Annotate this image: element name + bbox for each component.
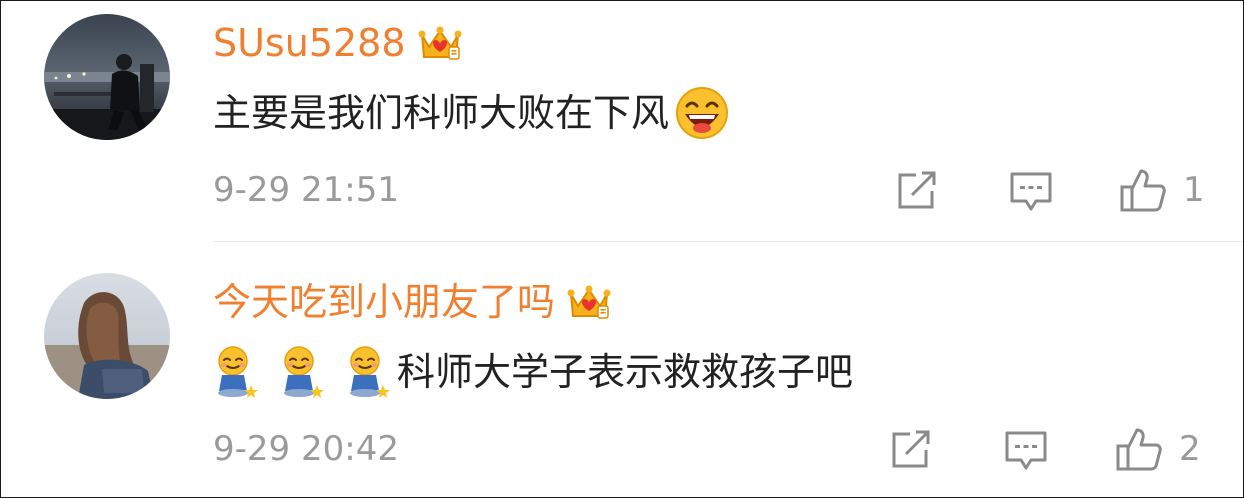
comment-item: SUsu5288 主要是我们科师大败在下风 9-29 21:51 1 <box>1 1 1243 241</box>
timestamp: 9-29 20:42 <box>213 429 399 469</box>
username[interactable]: SUsu5288 <box>213 23 462 63</box>
avatar[interactable] <box>44 273 170 399</box>
sitting-smile-emoji-icon <box>350 346 390 398</box>
share-button[interactable] <box>890 430 932 470</box>
comment-text: 科师大学子表示救救孩子吧 <box>213 345 853 399</box>
timestamp: 9-29 21:51 <box>213 170 399 210</box>
comment-list: SUsu5288 主要是我们科师大败在下风 9-29 21:51 1 今天吃到小… <box>0 0 1244 498</box>
reply-button[interactable] <box>1004 430 1048 472</box>
share-icon <box>892 430 930 468</box>
thumbs-up-icon <box>1116 428 1162 471</box>
like-count: 2 <box>1179 429 1201 469</box>
like-count: 1 <box>1183 170 1205 210</box>
username-text: SUsu5288 <box>213 21 406 65</box>
reply-button[interactable] <box>1009 171 1053 213</box>
comment-text-body: 科师大学子表示救救孩子吧 <box>397 350 854 394</box>
crown-badge-icon <box>418 26 462 60</box>
laughing-emoji-icon <box>676 87 729 139</box>
username-text: 今天吃到小朋友了吗 <box>213 280 556 324</box>
avatar-image <box>44 14 170 140</box>
like-button[interactable]: 1 <box>1119 167 1205 213</box>
avatar-image <box>44 273 170 399</box>
comment-text-body: 主要是我们科师大败在下风 <box>213 91 670 135</box>
avatar[interactable] <box>44 14 170 140</box>
thumbs-up-icon <box>1120 169 1166 212</box>
sitting-smile-emoji-icon <box>218 346 258 398</box>
comment-item: 今天吃到小朋友了吗 科师大学子表示救救孩子吧 9-29 20:42 2 <box>1 242 1243 497</box>
sitting-smile-emoji-icon <box>284 346 324 398</box>
comment-icon <box>1005 431 1047 470</box>
comment-icon <box>1010 172 1052 211</box>
crown-badge-icon <box>567 285 611 319</box>
comment-text: 主要是我们科师大败在下风 <box>213 86 729 140</box>
share-icon <box>898 171 936 209</box>
like-button[interactable]: 2 <box>1115 426 1201 472</box>
share-button[interactable] <box>896 171 938 211</box>
username[interactable]: 今天吃到小朋友了吗 <box>213 282 611 322</box>
